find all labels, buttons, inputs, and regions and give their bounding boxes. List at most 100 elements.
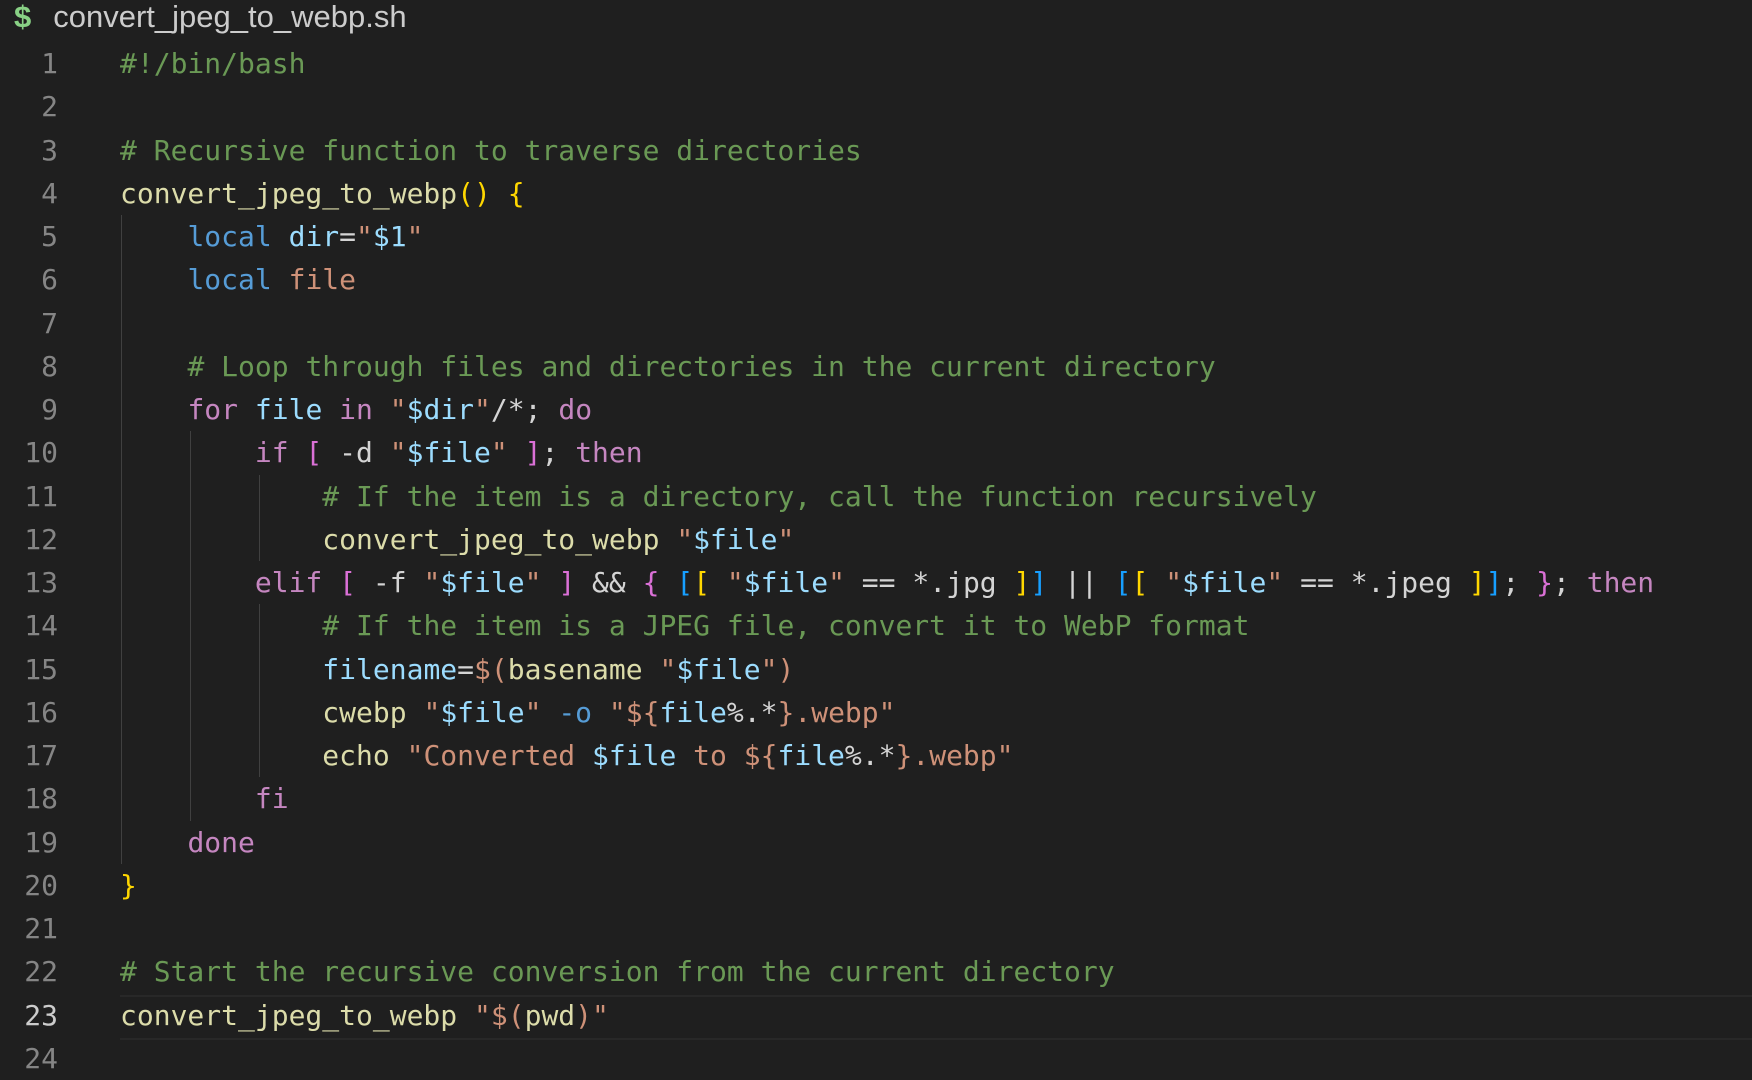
code-token: $file [592,739,677,772]
code-token: [ [676,566,694,599]
line-number: 24 [24,1041,58,1075]
line-number: 21 [24,912,58,945]
code-token: then [1586,566,1655,599]
code-line[interactable]: fi [120,777,289,820]
code-token: ] [1013,566,1031,599]
code-token: " [726,566,744,599]
code-token: == *.jpg [844,566,1014,599]
line-number: 4 [41,176,58,210]
code-line[interactable]: convert_jpeg_to_webp "$(pwd)" [120,994,609,1037]
code-token: .webp" [912,739,1014,772]
code-line[interactable]: for file in "$dir"/*; do [120,388,592,431]
code-line[interactable]: # Loop through files and directories in … [120,345,1216,388]
code-token: $file [440,566,525,599]
code-token: convert_jpeg_to_webp [120,176,458,210]
line-number: 8 [41,349,58,383]
code-token: # If the item is a JPEG file, convert it… [322,609,1250,643]
code-token: $file [743,566,829,599]
code-token: elif [254,566,323,599]
line-number: 1 [41,47,58,80]
code-token: " [777,522,795,556]
code-token: " [760,652,778,686]
code-token: $file [693,522,778,556]
code-token: $file [1182,566,1267,599]
line-number: 23 [24,998,58,1032]
code-token: = [457,652,475,686]
code-line[interactable]: cwebp "$file" -o "${file%.*}.webp" [120,691,895,734]
code-token: dir [288,220,340,253]
code-token: [ [305,436,323,470]
code-token: ] [558,566,576,599]
code-token: " [474,393,491,426]
code-token: ; [1553,566,1587,599]
code-token: ; [541,436,576,470]
code-line[interactable]: #!/bin/bash [120,42,305,85]
code-token: ] [1468,566,1486,599]
code-token: # Loop through files and directories in … [187,349,1216,383]
code-token: " [389,436,407,470]
code-token: # Start the recursive conversion from th… [120,955,1115,989]
code-token: " [1165,566,1183,599]
code-token: $file [440,695,525,729]
code-token: " [1266,566,1284,599]
code-editor[interactable]: $ convert_jpeg_to_webp.sh 1 #!/bin/bash 2 3… [0,0,1752,1080]
code-token: [ [339,566,357,599]
code-token: " [423,566,441,599]
code-token: filename [322,652,458,686]
line-number: 5 [41,220,58,253]
file-tab[interactable]: $ convert_jpeg_to_webp.sh [14,0,407,34]
code-token: cwebp [322,695,407,729]
line-number: 11 [24,479,58,513]
code-token: [ [1131,566,1149,599]
line-number: 15 [24,652,58,686]
code-line[interactable]: local file [120,258,356,301]
code-line[interactable]: done [120,821,254,864]
code-line[interactable]: # Start the recursive conversion from th… [120,950,1115,993]
code-token: || [1047,566,1115,599]
code-token: ; [1502,566,1537,599]
code-token: ] [1030,566,1048,599]
code-line[interactable]: elif [ -f "$file" ] && { [[ "$file" == *… [120,561,1654,604]
code-token: " [524,695,542,729]
code-token: } [777,695,795,729]
code-token: [ [693,566,711,599]
code-token: #!/bin/bash [120,47,306,80]
code-line[interactable]: convert_jpeg_to_webp() { [120,172,525,215]
code-token: } [120,868,137,902]
code-line[interactable]: # If the item is a JPEG file, convert it… [120,604,1249,647]
code-line[interactable]: if [ -d "$file" ]; then [120,431,643,474]
code-token: $dir [406,393,475,426]
code-token: ) [575,998,593,1032]
code-line[interactable]: } [120,864,137,907]
code-token: { [642,566,660,599]
code-line[interactable]: # Recursive function to traverse directo… [120,129,862,172]
code-token: # Recursive function to traverse directo… [120,133,862,167]
code-token: %.* [844,739,896,772]
code-line[interactable]: local dir="$1" [120,215,423,258]
code-token: file [288,263,357,297]
code-token: /*; [490,393,559,426]
code-token: -d [322,436,390,470]
code-line[interactable]: # If the item is a directory, call the f… [120,475,1317,518]
code-line[interactable]: filename=$(basename "$file") [120,648,794,691]
code-token: " [474,998,491,1032]
line-number: 20 [24,868,58,902]
code-token: () [457,176,491,210]
code-token: " [406,220,424,253]
line-number: 13 [24,566,58,599]
code-token: " [490,436,508,470]
code-token: && [575,566,643,599]
code-line[interactable]: convert_jpeg_to_webp "$file" [120,518,794,561]
code-line[interactable]: echo "Converted $file to ${file%.*}.webp… [120,734,1014,777]
